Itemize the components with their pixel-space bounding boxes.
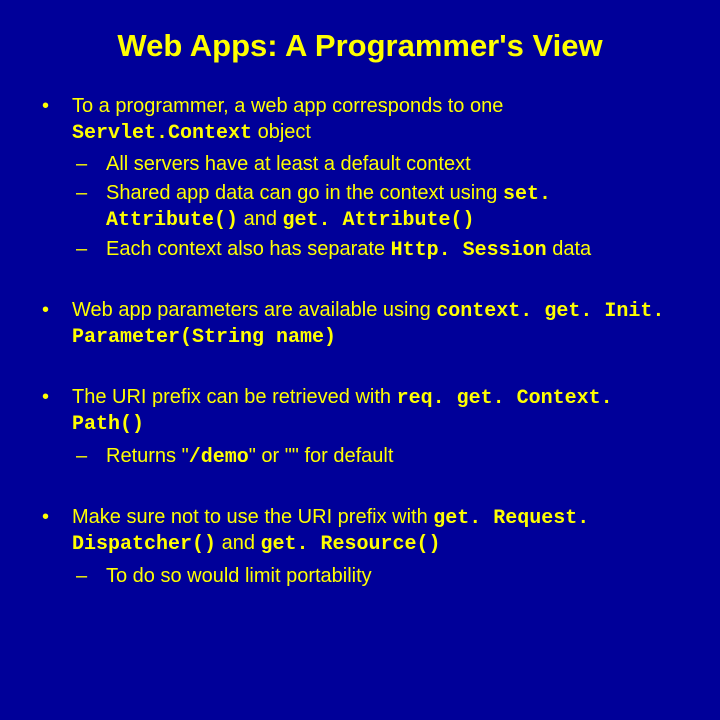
text: The URI prefix can be retrieved with — [72, 386, 397, 408]
text: Returns " — [106, 445, 189, 467]
sub-bullet: Each context also has separate Http. Ses… — [72, 237, 682, 264]
slide-title: Web Apps: A Programmer's View — [38, 28, 682, 64]
text: and — [238, 208, 282, 230]
text: data — [547, 238, 591, 260]
text: Each context also has separate — [106, 238, 391, 260]
text: and — [216, 532, 260, 554]
slide: Web Apps: A Programmer's View To a progr… — [0, 0, 720, 720]
code: Http. Session — [391, 239, 547, 262]
code: get. Resource() — [261, 533, 441, 556]
sub-list: Returns "/demo" or "" for default — [72, 444, 682, 471]
bullet-4: Make sure not to use the URI prefix with… — [38, 505, 682, 590]
sub-bullet: Shared app data can go in the context us… — [72, 181, 682, 234]
sub-bullet: To do so would limit portability — [72, 564, 682, 590]
code: Servlet.Context — [72, 122, 252, 145]
text: Shared app data can go in the context us… — [106, 182, 503, 204]
sub-bullet: All servers have at least a default cont… — [72, 152, 682, 178]
bullet-1: To a programmer, a web app corresponds t… — [38, 94, 682, 264]
sub-bullet: Returns "/demo" or "" for default — [72, 444, 682, 471]
bullet-3: The URI prefix can be retrieved with req… — [38, 385, 682, 471]
text: " or "" for default — [249, 445, 394, 467]
code: get. Attribute() — [283, 209, 475, 232]
bullet-list: To a programmer, a web app corresponds t… — [38, 94, 682, 589]
bullet-2: Web app parameters are available using c… — [38, 298, 682, 351]
sub-list: To do so would limit portability — [72, 564, 682, 590]
text: To do so would limit portability — [106, 565, 372, 587]
text: Make sure not to use the URI prefix with — [72, 506, 433, 528]
code: /demo — [189, 446, 249, 469]
sub-list: All servers have at least a default cont… — [72, 152, 682, 263]
text: All servers have at least a default cont… — [106, 153, 471, 175]
text: To a programmer, a web app corresponds t… — [72, 95, 503, 117]
text: Web app parameters are available using — [72, 299, 436, 321]
text: object — [252, 121, 311, 143]
